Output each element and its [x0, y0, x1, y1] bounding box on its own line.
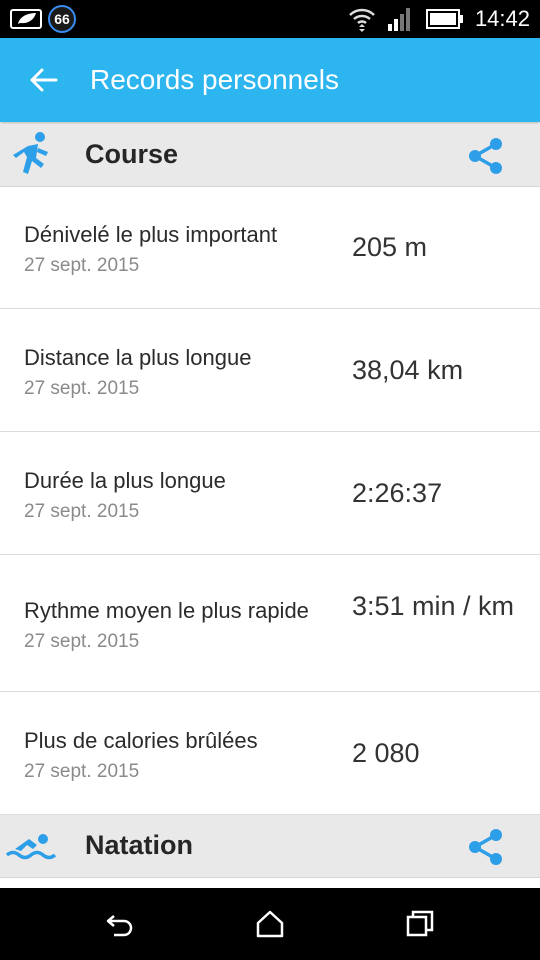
- system-navigation-bar: [0, 888, 540, 960]
- page-title: Records personnels: [90, 64, 340, 95]
- record-value: 2 080: [352, 738, 420, 768]
- signal-icon: [387, 8, 410, 31]
- record-row[interactable]: Distance la plus longue 27 sept. 2015 38…: [0, 309, 540, 432]
- record-date: 27 sept. 2015: [24, 378, 140, 399]
- record-row[interactable]: Dénivelé le plus important 27 sept. 2015…: [0, 186, 540, 309]
- notification-count-badge: 66: [48, 5, 76, 33]
- section-header-course: Course: [0, 124, 540, 187]
- home-nav-icon[interactable]: [252, 906, 288, 942]
- record-value: 205 m: [352, 232, 428, 262]
- app-bar: Records personnels: [0, 38, 540, 122]
- status-bar: 66 14:42: [0, 0, 540, 38]
- record-row[interactable]: Rythme moyen le plus rapide 27 sept. 201…: [0, 555, 540, 692]
- share-icon[interactable]: [466, 136, 506, 176]
- section-title-natation: Natation: [85, 830, 193, 860]
- status-clock: 14:42: [474, 6, 530, 31]
- back-nav-icon[interactable]: [102, 906, 138, 942]
- record-row[interactable]: Durée la plus longue 27 sept. 2015 2:26:…: [0, 432, 540, 555]
- back-arrow-icon[interactable]: [26, 62, 62, 98]
- record-label: Durée la plus longue: [24, 468, 226, 493]
- running-icon: [13, 132, 48, 174]
- record-label: Rythme moyen le plus rapide: [24, 598, 309, 623]
- battery-icon: [425, 9, 463, 29]
- record-date: 27 sept. 2015: [24, 501, 140, 522]
- wifi-icon: [349, 8, 375, 32]
- record-date: 27 sept. 2015: [24, 255, 140, 276]
- notification-leaf-icon: [10, 9, 42, 29]
- record-label: Dénivelé le plus important: [24, 222, 278, 247]
- section-title-course: Course: [85, 139, 179, 169]
- record-label: Distance la plus longue: [24, 345, 252, 370]
- record-row[interactable]: Plus de calories brûlées 27 sept. 2015 2…: [0, 692, 540, 815]
- record-value: 3:51 min / km: [352, 591, 515, 621]
- share-icon[interactable]: [466, 827, 506, 867]
- record-date: 27 sept. 2015: [24, 761, 140, 782]
- record-date: 27 sept. 2015: [24, 631, 140, 652]
- record-value: 38,04 km: [352, 355, 464, 385]
- record-label: Plus de calories brûlées: [24, 728, 258, 753]
- section-header-natation: Natation: [0, 815, 540, 878]
- record-value: 2:26:37: [352, 478, 443, 508]
- swimming-icon: [5, 834, 57, 860]
- recent-apps-icon[interactable]: [402, 906, 438, 942]
